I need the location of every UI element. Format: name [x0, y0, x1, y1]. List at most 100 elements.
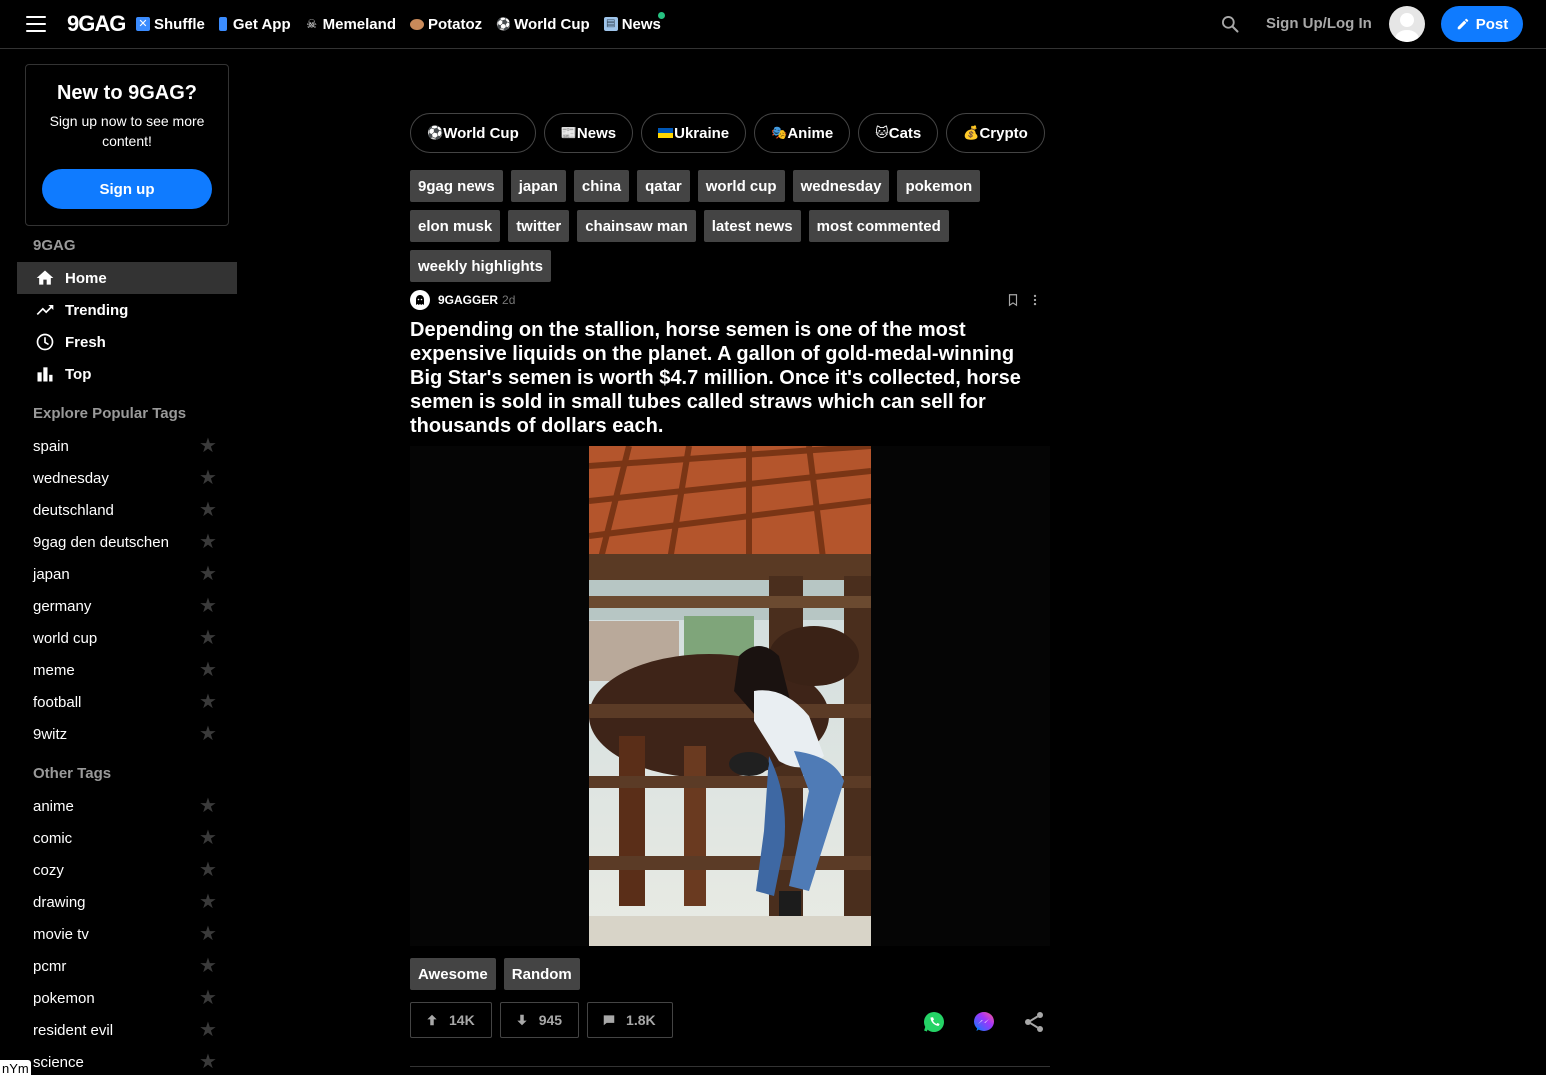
chip-news[interactable]: 📰 News: [543, 113, 634, 153]
star-icon[interactable]: ★: [199, 988, 217, 1008]
login-link[interactable]: Sign Up/Log In: [1266, 15, 1372, 32]
downvote-button[interactable]: 945: [499, 1002, 580, 1038]
star-icon[interactable]: ★: [199, 500, 217, 520]
star-icon[interactable]: ★: [199, 468, 217, 488]
star-icon[interactable]: ★: [199, 532, 217, 552]
9gag-logo[interactable]: 9GAG: [67, 11, 126, 37]
star-icon[interactable]: ★: [199, 956, 217, 976]
tag-button[interactable]: world cup: [697, 170, 785, 202]
more-options-icon[interactable]: [1028, 292, 1042, 308]
popular-tag-item[interactable]: 9gag den deutschen ★: [33, 528, 217, 556]
tag-button[interactable]: twitter: [508, 210, 570, 242]
whatsapp-icon[interactable]: [922, 1010, 946, 1034]
post-title[interactable]: Depending on the stallion, horse semen i…: [410, 318, 1050, 438]
tag-button[interactable]: qatar: [637, 170, 690, 202]
search-icon[interactable]: [1220, 14, 1240, 34]
masks-icon: 🎭: [771, 125, 788, 140]
chip-cats[interactable]: 🐱 Cats: [858, 113, 939, 153]
other-tag-item[interactable]: comic ★: [33, 824, 217, 852]
popular-tag-item[interactable]: wednesday ★: [33, 464, 217, 492]
tag-label: cozy: [33, 861, 64, 879]
other-tag-item[interactable]: cozy ★: [33, 856, 217, 884]
popular-tag-item[interactable]: spain ★: [33, 432, 217, 460]
popular-tag-item[interactable]: meme ★: [33, 656, 217, 684]
share-icons: [922, 1010, 1046, 1034]
tag-button[interactable]: pokemon: [897, 170, 981, 202]
sidebar-item-top[interactable]: Top: [17, 358, 237, 390]
star-icon[interactable]: ★: [199, 564, 217, 584]
tag-label: football: [33, 693, 82, 711]
popular-tag-item[interactable]: japan ★: [33, 560, 217, 588]
star-icon[interactable]: ★: [199, 828, 217, 848]
popular-tag-item[interactable]: 9witz ★: [33, 720, 217, 748]
other-tag-item[interactable]: movie tv ★: [33, 920, 217, 948]
post-tag-button[interactable]: Random: [503, 958, 580, 990]
author-avatar[interactable]: [410, 290, 430, 310]
popular-tag-item[interactable]: world cup ★: [33, 624, 217, 652]
tag-button[interactable]: weekly highlights: [410, 250, 552, 282]
chip-anime[interactable]: 🎭 Anime: [754, 113, 851, 153]
arrow-up-icon: [427, 1014, 437, 1026]
nav-link-news[interactable]: ▤ News: [603, 11, 665, 33]
tag-label: pokemon: [33, 989, 95, 1007]
nav-link-potatoz[interactable]: Potatoz: [409, 16, 482, 33]
tag-button[interactable]: china: [573, 170, 630, 202]
popular-tag-item[interactable]: deutschland ★: [33, 496, 217, 524]
avatar[interactable]: [1389, 6, 1425, 42]
star-icon[interactable]: ★: [199, 1052, 217, 1072]
star-icon[interactable]: ★: [199, 692, 217, 712]
star-icon[interactable]: ★: [199, 660, 217, 680]
popular-tag-item[interactable]: germany ★: [33, 592, 217, 620]
star-icon[interactable]: ★: [199, 860, 217, 880]
messenger-icon[interactable]: [972, 1010, 996, 1034]
post-button[interactable]: Post: [1441, 6, 1523, 42]
other-tag-item[interactable]: pcmr ★: [33, 952, 217, 980]
bookmark-icon[interactable]: [1006, 292, 1020, 308]
tag-button[interactable]: most commented: [808, 210, 949, 242]
upvote-count: 14K: [449, 1012, 475, 1028]
chip-ukraine[interactable]: Ukraine: [641, 113, 747, 153]
share-icon[interactable]: [1022, 1010, 1046, 1034]
nav-link-memeland[interactable]: ☠ Memeland: [305, 16, 396, 33]
star-icon[interactable]: ★: [199, 892, 217, 912]
tag-button[interactable]: latest news: [703, 210, 801, 242]
newspaper-icon: 📰: [560, 125, 577, 140]
nav-link-world-cup[interactable]: ⚽ World Cup: [496, 16, 590, 33]
tag-button[interactable]: wednesday: [792, 170, 890, 202]
hamburger-menu-icon[interactable]: [26, 16, 46, 32]
star-icon[interactable]: ★: [199, 628, 217, 648]
other-tag-item[interactable]: drawing ★: [33, 888, 217, 916]
star-icon[interactable]: ★: [199, 796, 217, 816]
tag-button[interactable]: elon musk: [410, 210, 501, 242]
sidebar-item-home[interactable]: Home: [17, 262, 237, 294]
nav-link-get-app[interactable]: Get App: [218, 16, 291, 33]
post-video[interactable]: [589, 446, 871, 946]
star-icon[interactable]: ★: [199, 724, 217, 744]
nav-link-shuffle[interactable]: ✕ Shuffle: [136, 16, 205, 33]
tag-button[interactable]: 9gag news: [410, 170, 503, 202]
star-icon[interactable]: ★: [199, 596, 217, 616]
sidebar-item-fresh[interactable]: Fresh: [17, 326, 237, 358]
tag-button[interactable]: chainsaw man: [577, 210, 696, 242]
tag-button[interactable]: japan: [510, 170, 566, 202]
star-icon[interactable]: ★: [199, 1020, 217, 1040]
money-bag-icon: 💰: [963, 125, 980, 140]
chip-world-cup[interactable]: ⚽ World Cup: [410, 113, 536, 153]
other-tag-item[interactable]: resident evil ★: [33, 1016, 217, 1044]
signup-button[interactable]: Sign up: [42, 169, 212, 209]
upvote-button[interactable]: 14K: [410, 1002, 492, 1038]
star-icon[interactable]: ★: [199, 924, 217, 944]
post-button-label: Post: [1475, 15, 1509, 33]
sidebar-item-trending[interactable]: Trending: [17, 294, 237, 326]
new-indicator-dot: [657, 11, 665, 19]
star-icon[interactable]: ★: [199, 436, 217, 456]
other-tag-item[interactable]: pokemon ★: [33, 984, 217, 1012]
post-author[interactable]: 9GAGGER: [438, 293, 498, 307]
comments-button[interactable]: 1.8K: [587, 1002, 673, 1038]
other-tag-item[interactable]: anime ★: [33, 792, 217, 820]
popular-tag-item[interactable]: football ★: [33, 688, 217, 716]
other-tag-item[interactable]: science ★: [33, 1048, 217, 1075]
post-tag-button[interactable]: Awesome: [410, 958, 496, 990]
chip-crypto[interactable]: 💰 Crypto: [946, 113, 1045, 153]
ukraine-flag-icon: [658, 128, 674, 138]
